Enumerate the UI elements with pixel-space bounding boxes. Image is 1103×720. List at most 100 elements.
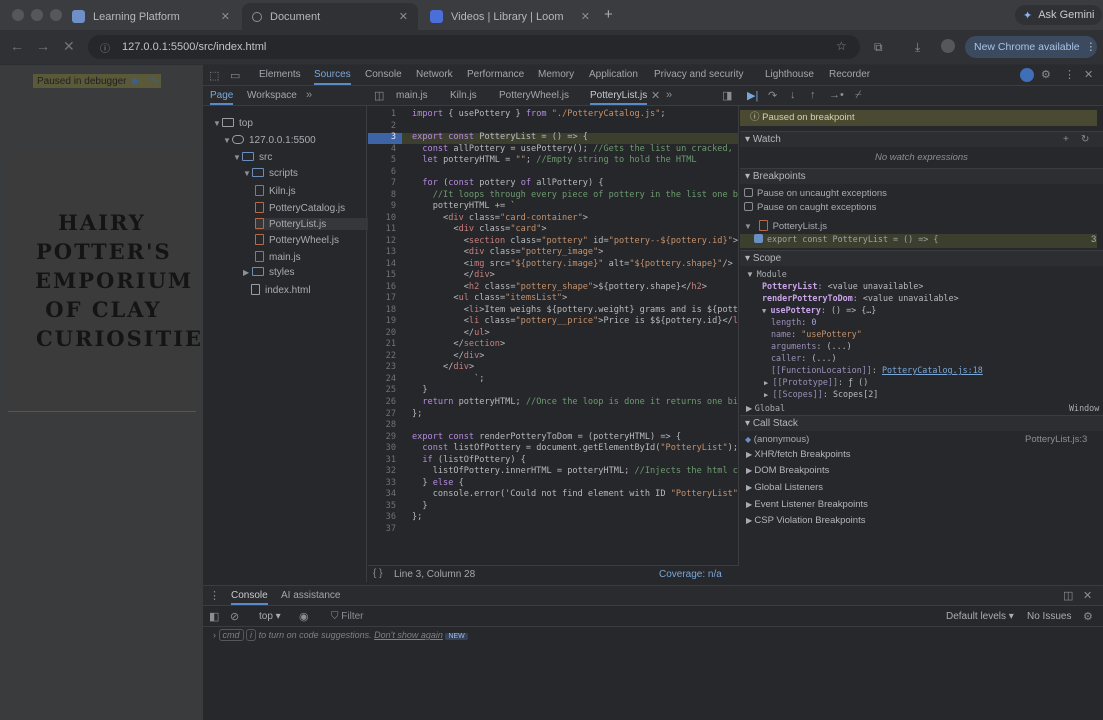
chevron-down-icon[interactable]: ▼ <box>213 119 222 128</box>
file-tab-kiln-js[interactable]: Kiln.js <box>450 86 477 105</box>
line-number[interactable]: 9 <box>368 201 396 211</box>
scope-variable[interactable]: length: 0 <box>771 317 816 327</box>
close-tab-icon[interactable]: ✕ <box>581 10 590 23</box>
line-number[interactable]: 35 <box>368 501 396 511</box>
line-number[interactable]: 2 <box>368 121 396 131</box>
code-editor[interactable]: 1 import { usePottery } from "./PotteryCa… <box>368 106 739 565</box>
toggle-debugger-icon[interactable]: ◨ <box>722 89 732 102</box>
tree-item[interactable]: PotteryCatalog.js <box>255 202 345 214</box>
kebab-menu-icon[interactable]: ⋮ <box>1086 41 1097 53</box>
pause-uncaught-checkbox[interactable]: Pause on uncaught exceptions <box>744 188 887 199</box>
line-number[interactable]: 18 <box>368 305 396 315</box>
coverage-label[interactable]: Coverage: n/a <box>659 569 722 580</box>
collapsed-debugger-section[interactable]: ▶ Event Listener Breakpoints <box>746 499 868 510</box>
tab-performance[interactable]: Performance <box>467 65 524 85</box>
stop-loading-icon[interactable]: ✕ <box>63 38 75 55</box>
tab-learning-platform[interactable]: Learning Platform ✕ <box>62 3 240 30</box>
scope-section-header[interactable]: ▾ Scope <box>740 250 1103 266</box>
file-tab-main-js[interactable]: main.js <box>396 86 428 105</box>
line-number[interactable]: 29 <box>368 432 396 442</box>
tree-item[interactable]: ▼ src <box>233 152 272 163</box>
line-number[interactable]: 30 <box>368 443 396 453</box>
code-line[interactable]: export const PotteryList = () => { <box>412 132 588 142</box>
line-number[interactable]: 7 <box>368 178 396 188</box>
tree-item[interactable]: ▼ top <box>213 118 253 129</box>
refresh-watch-icon[interactable]: ↻ <box>1081 132 1089 147</box>
collapsed-debugger-section[interactable]: ▶ XHR/fetch Breakpoints <box>746 449 850 460</box>
resume-execution-icon[interactable]: ▶| <box>747 89 758 102</box>
drawer-menu-icon[interactable]: ⋮ <box>209 589 220 602</box>
tab-page[interactable]: Page <box>210 86 234 105</box>
tree-item[interactable]: PotteryWheel.js <box>255 234 339 246</box>
resume-icon[interactable]: ▶| <box>133 76 143 87</box>
code-line[interactable]: import { usePottery } from "./PotteryCat… <box>412 109 666 119</box>
code-line[interactable]: //It loops through every piece of potter… <box>412 190 738 200</box>
code-line[interactable]: <div class="card"> <box>412 224 546 234</box>
tree-item[interactable]: index.html <box>251 284 311 296</box>
log-levels-select[interactable]: Default levels ▾ <box>946 611 1014 622</box>
minimize-window-dot[interactable] <box>31 9 43 21</box>
code-line[interactable]: </div> <box>412 362 474 372</box>
line-number[interactable]: 31 <box>368 455 396 465</box>
tab-elements[interactable]: Elements <box>259 65 301 85</box>
scope-variable[interactable]: arguments: (...) <box>771 341 852 351</box>
code-line[interactable]: </ul> <box>412 328 490 338</box>
line-number[interactable]: 5 <box>368 155 396 165</box>
collapsed-debugger-section[interactable]: ▶ CSP Violation Breakpoints <box>746 515 865 526</box>
inspect-element-icon[interactable]: ⬚ <box>209 69 219 82</box>
code-line[interactable]: <h2 class="pottery_shape">${pottery.shap… <box>412 282 707 292</box>
tab-privacy-security[interactable]: Privacy and security <box>654 65 743 85</box>
close-window-dot[interactable] <box>12 9 24 21</box>
tab-console[interactable]: Console <box>365 65 402 85</box>
code-line[interactable]: listOfPottery.innerHTML = potteryHTML; /… <box>412 466 738 476</box>
code-line[interactable]: } <box>412 501 427 511</box>
watch-section-header[interactable]: ▾ Watch + ↻ <box>740 131 1103 147</box>
line-number[interactable]: 24 <box>368 374 396 384</box>
step-into-icon[interactable]: ↓ <box>790 89 796 101</box>
scope-variable[interactable]: ▶ [[Scopes]]: Scopes[2] <box>764 389 878 399</box>
step-over-icon[interactable]: ↷ <box>149 76 157 87</box>
line-number[interactable]: 25 <box>368 385 396 395</box>
collapsed-debugger-section[interactable]: ▶ Global Listeners <box>746 482 823 493</box>
code-line[interactable]: <li>Item weighs ${pottery.weight} grams … <box>412 305 738 315</box>
dock-icon[interactable]: ◫ <box>1063 589 1073 602</box>
tree-item[interactable]: ▼ scripts <box>243 168 298 179</box>
code-line[interactable]: <ul class="itemsList"> <box>412 293 567 303</box>
chevron-down-icon[interactable]: ▼ <box>223 136 232 145</box>
checkbox-box[interactable] <box>744 202 753 211</box>
code-line[interactable]: let potteryHTML = ""; //Empty string to … <box>412 155 696 165</box>
tab-sources[interactable]: Sources <box>314 65 351 85</box>
scope-variable[interactable]: [[FunctionLocation]]: PotteryCatalog.js:… <box>771 365 983 375</box>
line-number[interactable]: 11 <box>368 224 396 234</box>
code-line[interactable]: for (const pottery of allPottery) { <box>412 178 603 188</box>
line-number[interactable]: 32 <box>368 466 396 476</box>
pause-caught-checkbox[interactable]: Pause on caught exceptions <box>744 202 876 213</box>
device-toolbar-icon[interactable]: ▭ <box>230 69 240 82</box>
line-number[interactable]: 13 <box>368 247 396 257</box>
code-line[interactable]: const listOfPottery = document.getElemen… <box>412 443 738 453</box>
scope-variable[interactable]: renderPotteryToDom: <value unavailable> <box>762 293 959 303</box>
line-number[interactable]: 23 <box>368 362 396 372</box>
drawer-tab-ai-assistance[interactable]: AI assistance <box>281 586 340 605</box>
close-file-tab-icon[interactable]: ✕ <box>651 89 660 102</box>
zoom-window-dot[interactable] <box>50 9 62 21</box>
new-chrome-available-button[interactable]: New Chrome available ⋮ <box>965 36 1097 58</box>
code-line[interactable]: export const renderPotteryToDom = (potte… <box>412 432 681 442</box>
step-over-icon[interactable]: ↷ <box>768 89 777 102</box>
url-text[interactable]: 127.0.0.1:5500/src/index.html <box>122 41 266 53</box>
new-tab-icon[interactable]: + <box>604 6 613 23</box>
code-line[interactable]: </section> <box>412 339 505 349</box>
line-number[interactable]: 26 <box>368 397 396 407</box>
checkbox-box[interactable] <box>744 188 753 197</box>
step-out-icon[interactable]: ↑ <box>810 89 816 101</box>
code-line[interactable]: if (listOfPottery) { <box>412 455 526 465</box>
breakpoint-item[interactable]: export const PotteryList = () => { 3 <box>740 234 1097 248</box>
line-number[interactable]: 19 <box>368 316 396 326</box>
chevron-right-icon[interactable]: ▶ <box>243 268 252 277</box>
add-watch-icon[interactable]: + <box>1063 132 1069 147</box>
close-devtools-icon[interactable]: ✕ <box>1084 68 1093 81</box>
drawer-tab-console[interactable]: Console <box>231 586 268 605</box>
forward-arrow-icon[interactable]: → <box>36 38 50 54</box>
line-number[interactable]: 16 <box>368 282 396 292</box>
tree-item[interactable]: main.js <box>255 251 301 263</box>
